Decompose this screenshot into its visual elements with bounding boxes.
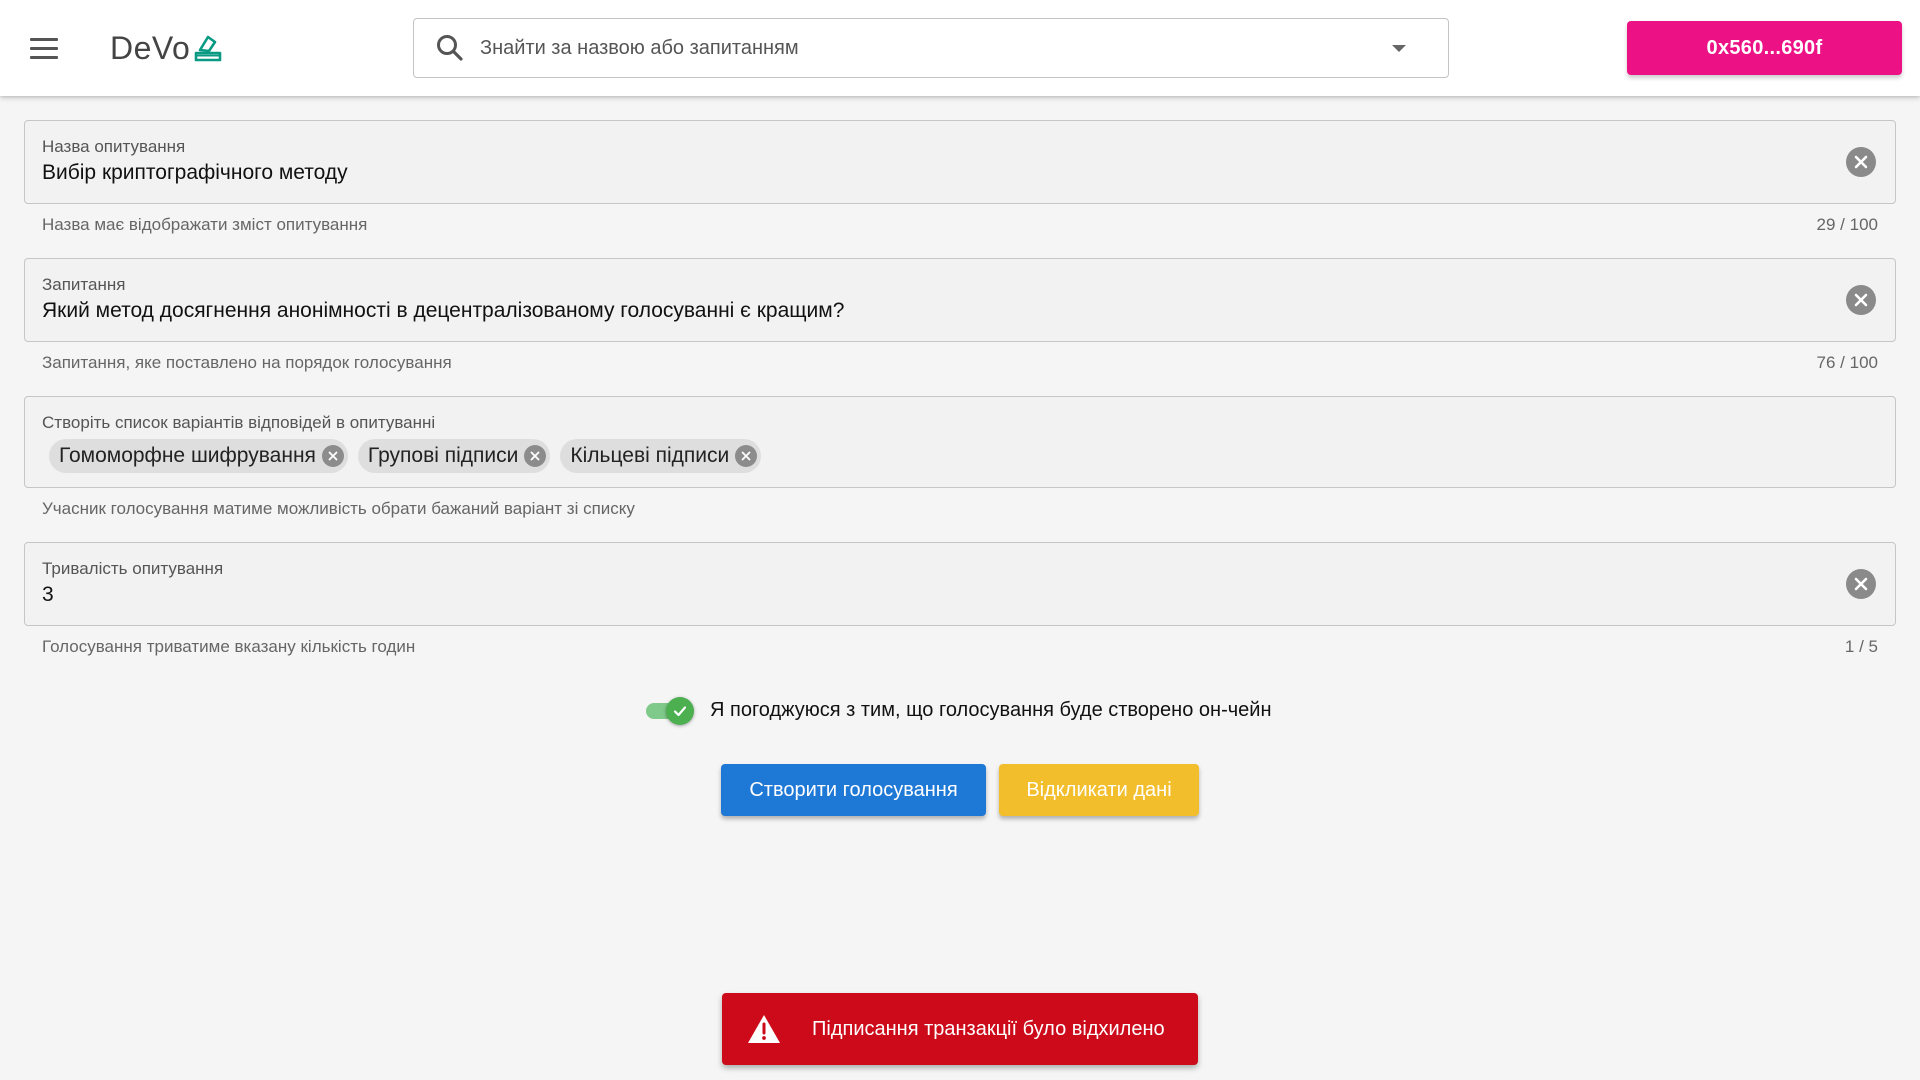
answer-options-field[interactable]: Створіть список варіантів відповідей в о… bbox=[24, 396, 1896, 488]
duration-field[interactable]: Тривалість опитування bbox=[24, 542, 1896, 626]
close-icon bbox=[1854, 293, 1868, 307]
clear-title-button[interactable] bbox=[1846, 147, 1876, 177]
question-input[interactable] bbox=[42, 299, 1802, 323]
remove-chip-icon[interactable] bbox=[321, 445, 344, 467]
onchain-consent-row: Я погоджуюся з тим, що голосування буде … bbox=[644, 692, 1271, 728]
duration-input[interactable] bbox=[42, 583, 1802, 607]
create-poll-button[interactable]: Створити голосування bbox=[721, 764, 986, 816]
check-icon bbox=[673, 706, 687, 717]
duration-counter: 1 / 5 bbox=[1844, 637, 1878, 656]
logo[interactable]: DeVo bbox=[110, 28, 222, 68]
app-bar: DeVo 0x560...690f bbox=[0, 0, 1920, 96]
question-field[interactable]: Запитання bbox=[24, 258, 1896, 342]
question-hint: Запитання, яке поставлено на порядок гол… bbox=[42, 353, 452, 372]
poll-title-label: Назва опитування bbox=[42, 137, 186, 156]
answer-options-chips: Гомоморфне шифрування Групові підписи Кі… bbox=[49, 439, 762, 473]
error-message: Підписання транзакції було відхилено bbox=[812, 1017, 1165, 1040]
duration-hint: Голосування триватиме вказану кількість … bbox=[42, 637, 416, 656]
remove-chip-icon[interactable] bbox=[524, 445, 547, 467]
clear-duration-button[interactable] bbox=[1846, 569, 1876, 599]
answer-options-label: Створіть список варіантів відповідей в о… bbox=[42, 413, 436, 432]
duration-label: Тривалість опитування bbox=[42, 559, 224, 578]
clear-question-button[interactable] bbox=[1846, 285, 1876, 315]
question-counter: 76 / 100 bbox=[1816, 353, 1878, 372]
poll-title-hint: Назва має відображати зміст опитування bbox=[42, 215, 368, 234]
reset-data-button[interactable]: Відкликати дані bbox=[999, 764, 1199, 816]
option-chip[interactable]: Кільцеві підписи bbox=[560, 439, 762, 473]
poll-title-input[interactable] bbox=[42, 161, 1802, 185]
option-chip[interactable]: Гомоморфне шифрування bbox=[49, 439, 348, 473]
ballot-box-icon bbox=[194, 35, 222, 62]
warning-icon bbox=[748, 1015, 780, 1043]
logo-text: DeVo bbox=[110, 29, 191, 66]
remove-chip-icon[interactable] bbox=[735, 445, 758, 467]
dropdown-arrow-icon[interactable] bbox=[1392, 44, 1406, 52]
option-chip-label: Кільцеві підписи bbox=[570, 444, 730, 467]
option-chip-label: Групові підписи bbox=[367, 444, 519, 467]
close-icon bbox=[1854, 155, 1868, 169]
poll-title-field[interactable]: Назва опитування bbox=[24, 120, 1896, 204]
search-bar[interactable] bbox=[413, 18, 1449, 78]
wallet-address-button[interactable]: 0x560...690f bbox=[1627, 21, 1902, 75]
error-snackbar: Підписання транзакції було відхилено bbox=[722, 993, 1198, 1065]
hamburger-menu-icon[interactable] bbox=[24, 30, 64, 66]
search-input[interactable] bbox=[466, 19, 1392, 77]
answer-options-hint: Учасник голосування матиме можливість об… bbox=[42, 499, 635, 518]
option-chip-label: Гомоморфне шифрування bbox=[59, 444, 316, 467]
poll-title-counter: 29 / 100 bbox=[1816, 215, 1878, 234]
onchain-consent-label: Я погоджуюся з тим, що голосування буде … bbox=[710, 698, 1272, 721]
onchain-consent-toggle[interactable] bbox=[644, 692, 696, 728]
close-icon bbox=[1854, 577, 1868, 591]
search-icon bbox=[437, 35, 463, 61]
question-label: Запитання bbox=[42, 275, 126, 294]
option-chip[interactable]: Групові підписи bbox=[357, 439, 551, 473]
